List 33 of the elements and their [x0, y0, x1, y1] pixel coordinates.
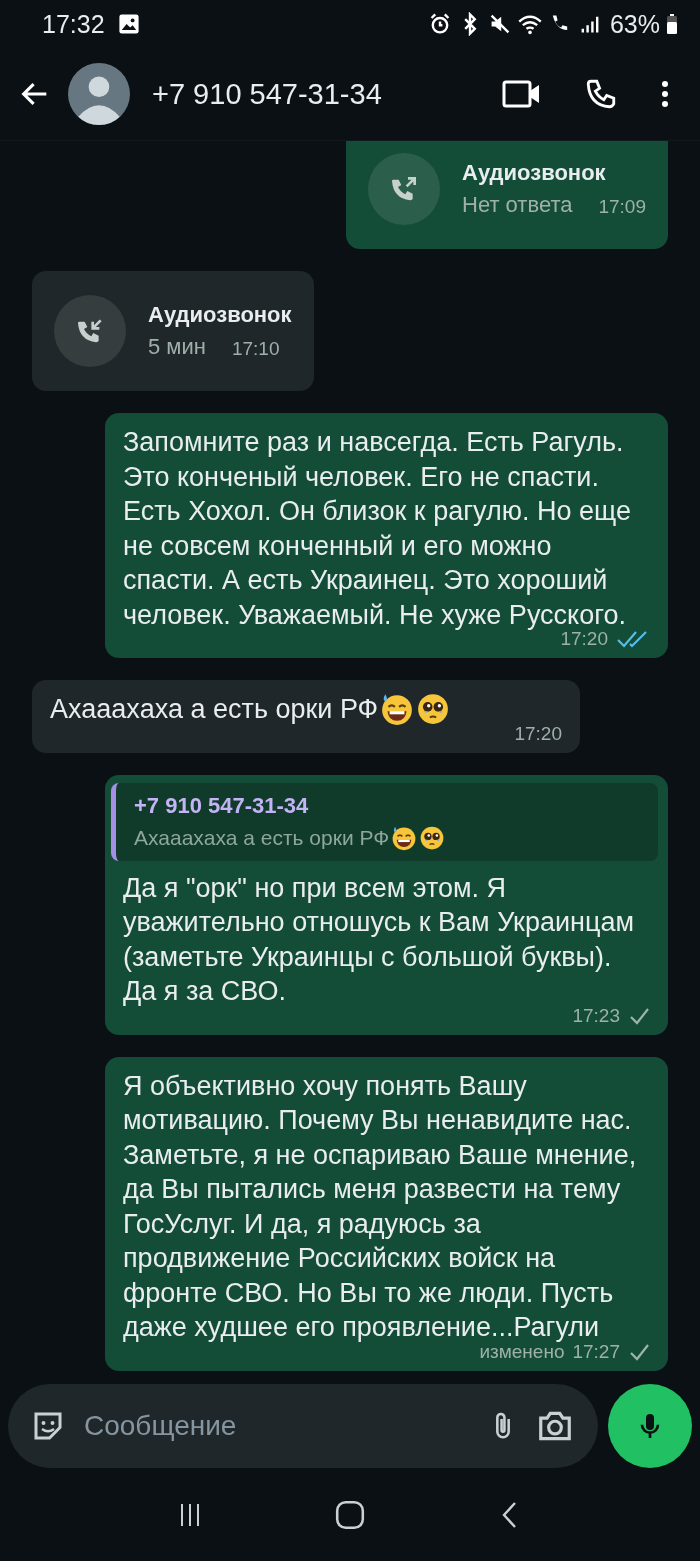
- call-status: Нет ответа: [462, 192, 573, 218]
- home-icon[interactable]: [334, 1499, 366, 1531]
- pleading-face-icon: [416, 692, 451, 727]
- outgoing-call-bubble[interactable]: Аудиозвонок Нет ответа 17:09: [346, 141, 668, 249]
- clock-time: 17:32: [42, 9, 105, 39]
- message-time: 17:10: [231, 338, 280, 360]
- outgoing-message-bubble[interactable]: [105, 1056, 668, 1371]
- incoming-message-bubble[interactable]: Ахаааxаха а есть орки РФ 17:20: [32, 680, 580, 753]
- contact-name[interactable]: +7 910 547-31-34: [152, 77, 382, 111]
- call-title: Аудиозвонок: [462, 160, 607, 186]
- quote-text: Ахаааxаха а есть орки РФ: [134, 825, 390, 850]
- message-time: 17:20: [514, 722, 562, 745]
- quote-author: +7 910 547-31-34: [134, 792, 310, 819]
- message-composer-field[interactable]: Сообщение: [8, 1384, 598, 1468]
- image-icon: [116, 12, 141, 36]
- sweat-smile-emoji-icon: [380, 692, 415, 727]
- outgoing-message-bubble[interactable]: +7 910 547-31-34 Ахаааxаха а есть орки РФ Да я "орк" но при всем этом. Я уважительно отношусь к Вам Украинцам (заметьте Украинцы с большой буквы). Да я за СВО. 17:23: [105, 774, 668, 1035]
- phone-icon: [584, 77, 618, 111]
- call-status: 5 мин: [148, 334, 206, 360]
- video-camera-icon: [502, 79, 542, 109]
- sweat-smile-emoji-icon: [391, 824, 418, 851]
- message-text: Ахаааxаха а есть орки РФ: [50, 693, 379, 726]
- pleading-face-icon: [419, 824, 446, 851]
- call-title: Аудиозвонок: [148, 302, 292, 328]
- quoted-message[interactable]: +7 910 547-31-34 Ахаааxаха а есть орки РФ: [111, 782, 658, 861]
- menu-icon: [660, 79, 670, 109]
- incoming-call-bubble[interactable]: Аудиозвонок 5 мин 17:10: [32, 271, 314, 391]
- message-input-field[interactable]: Сообщение: [82, 1409, 470, 1443]
- outgoing-message-bubble[interactable]: [105, 413, 668, 658]
- battery-icon: [666, 13, 678, 35]
- battery-level: 63%: [609, 9, 660, 39]
- message-time: 17:09: [598, 196, 646, 218]
- avatar-icon[interactable]: [68, 63, 130, 125]
